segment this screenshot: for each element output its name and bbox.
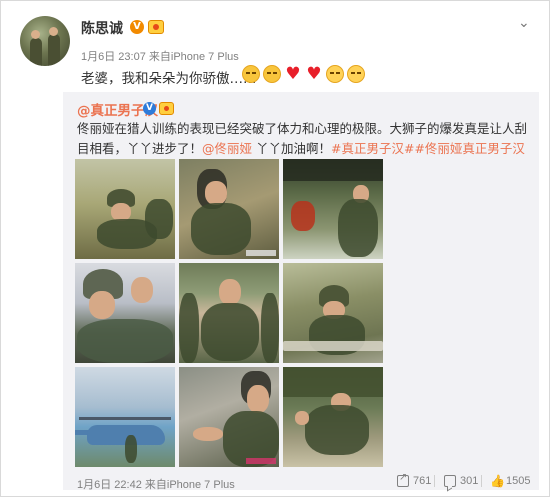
photo-camo-shape (261, 293, 279, 363)
red-heart-icon: ♥ (306, 64, 322, 84)
author-avatar[interactable] (20, 16, 70, 66)
member-crown-icon (159, 102, 174, 115)
action-divider (434, 475, 435, 487)
photo-thumbnail[interactable] (283, 263, 383, 363)
thumbs-up-icon: 👍 (490, 474, 505, 488)
photo-thumbnail[interactable] (283, 367, 383, 467)
photo-camo-shape (125, 435, 137, 463)
photo-thumbnail[interactable] (75, 367, 175, 467)
photo-camo-shape (191, 203, 251, 255)
repost-meta[interactable]: 1月6日 22:42 来自iPhone 7 Plus (77, 476, 235, 492)
post-text: 老婆，我和朵朵为你骄傲…… (81, 71, 257, 87)
photo-face (205, 181, 227, 205)
photo-camo-shape (338, 199, 378, 257)
avatar-figure (48, 34, 60, 66)
smiling-face-icon (242, 65, 260, 83)
photo-camo-shape (179, 293, 199, 363)
member-crown-icon (148, 20, 164, 34)
photo-camo-shape (201, 303, 259, 361)
photo-watermark (246, 458, 276, 464)
photo-thumbnail[interactable] (179, 159, 279, 259)
weibo-post-card: 陈思诚 V ⌄ 1月6日 23:07 来自iPhone 7 Plus 老婆，我和… (0, 0, 550, 497)
grinning-face-icon (347, 65, 365, 83)
comment-button[interactable]: 301 (444, 475, 478, 487)
smiling-face-icon (263, 65, 281, 83)
photo-camo-shape (283, 341, 383, 351)
photo-watermark (246, 250, 276, 256)
author-name[interactable]: 陈思诚 (81, 18, 123, 38)
red-heart-icon: ♥ (285, 64, 301, 84)
repost-text-tail: 丫丫加油啊！ (252, 141, 332, 156)
photo-face (219, 279, 241, 305)
comment-count: 301 (460, 475, 479, 487)
photo-face (295, 411, 309, 425)
photo-face (89, 291, 115, 319)
mention-link[interactable]: @佟丽娅 (202, 141, 252, 156)
action-divider (481, 475, 482, 487)
chevron-down-icon[interactable]: ⌄ (518, 15, 530, 31)
share-icon (397, 472, 409, 487)
share-button[interactable]: 761 (397, 472, 432, 487)
photo-thumbnail[interactable] (75, 159, 175, 259)
like-count: 1505 (506, 475, 531, 487)
photo-helicopter-rotor (79, 417, 171, 420)
photo-camo-shape (283, 159, 383, 181)
verified-v-icon: V (143, 102, 156, 115)
photo-thumbnail[interactable] (179, 367, 279, 467)
photo-camo-shape (291, 201, 315, 231)
photo-thumbnail[interactable] (179, 263, 279, 363)
avatar-figure-head (49, 27, 58, 36)
avatar-figure (30, 38, 42, 66)
grinning-face-icon (326, 65, 344, 83)
comment-icon (444, 475, 456, 487)
post-emojis: ♥ ♥ (242, 65, 365, 83)
photo-camo-shape (145, 199, 173, 239)
reposted-weibo[interactable]: @真正男子汉 V 佟丽娅在猎人训练的表现已经突破了体力和心理的极限。大狮子的爆发… (63, 92, 539, 492)
avatar-figure-head (31, 30, 40, 39)
photo-face (193, 427, 223, 441)
photo-face (131, 277, 153, 303)
photo-thumbnail[interactable] (283, 159, 383, 259)
photo-thumbnail[interactable] (75, 263, 175, 363)
photo-camo-shape (77, 319, 173, 363)
like-button[interactable]: 👍 1505 (490, 475, 530, 487)
photo-camo-shape (305, 405, 369, 455)
verified-v-icon: V (130, 20, 144, 34)
post-meta[interactable]: 1月6日 23:07 来自iPhone 7 Plus (81, 48, 239, 64)
share-count: 761 (413, 475, 432, 487)
photo-camo-shape (283, 367, 383, 397)
photo-face (247, 385, 269, 413)
